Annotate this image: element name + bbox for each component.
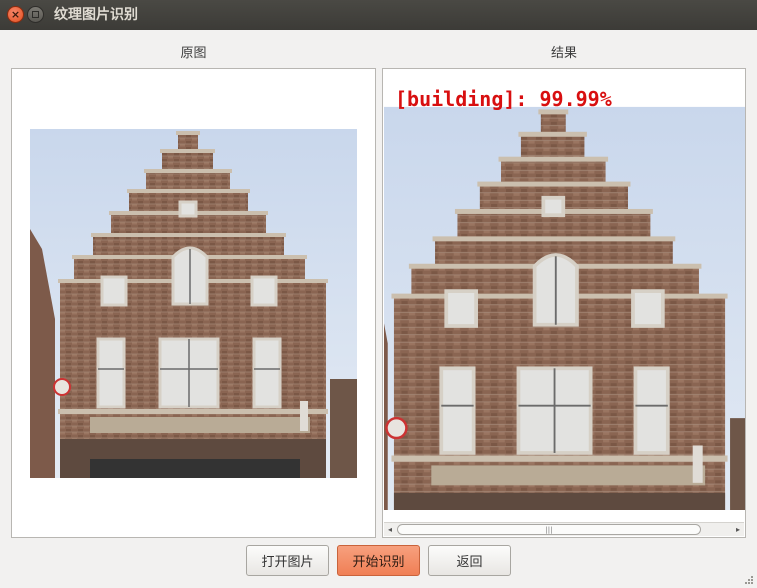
grip-icon: |||	[545, 525, 553, 534]
start-recognition-button[interactable]: 开始识别	[337, 545, 420, 576]
recognition-result-text: [building]: 99.99%	[395, 87, 612, 111]
original-image-panel	[11, 68, 376, 538]
open-image-button[interactable]: 打开图片	[246, 545, 329, 576]
window-titlebar: × 纹理图片识别	[0, 0, 757, 30]
result-image	[384, 82, 745, 510]
horizontal-scrollbar[interactable]: ◂ ||| ▸	[384, 522, 744, 536]
minimize-icon	[32, 11, 39, 18]
back-button[interactable]: 返回	[428, 545, 511, 576]
resize-grip-icon[interactable]	[744, 575, 754, 585]
close-icon: ×	[10, 8, 21, 21]
close-window-button[interactable]: ×	[7, 6, 24, 23]
original-image-label: 原图	[180, 46, 207, 61]
window-title: 纹理图片识别	[54, 7, 138, 23]
minimize-window-button[interactable]	[27, 6, 44, 23]
original-image	[30, 129, 357, 478]
result-image-label: 结果	[550, 46, 577, 61]
scroll-left-icon[interactable]: ◂	[384, 523, 396, 536]
result-image-panel[interactable]: [building]: 99.99% ◂ ||| ▸	[382, 68, 746, 538]
scrollbar-thumb[interactable]: |||	[397, 524, 701, 535]
scroll-right-icon[interactable]: ▸	[732, 523, 744, 536]
